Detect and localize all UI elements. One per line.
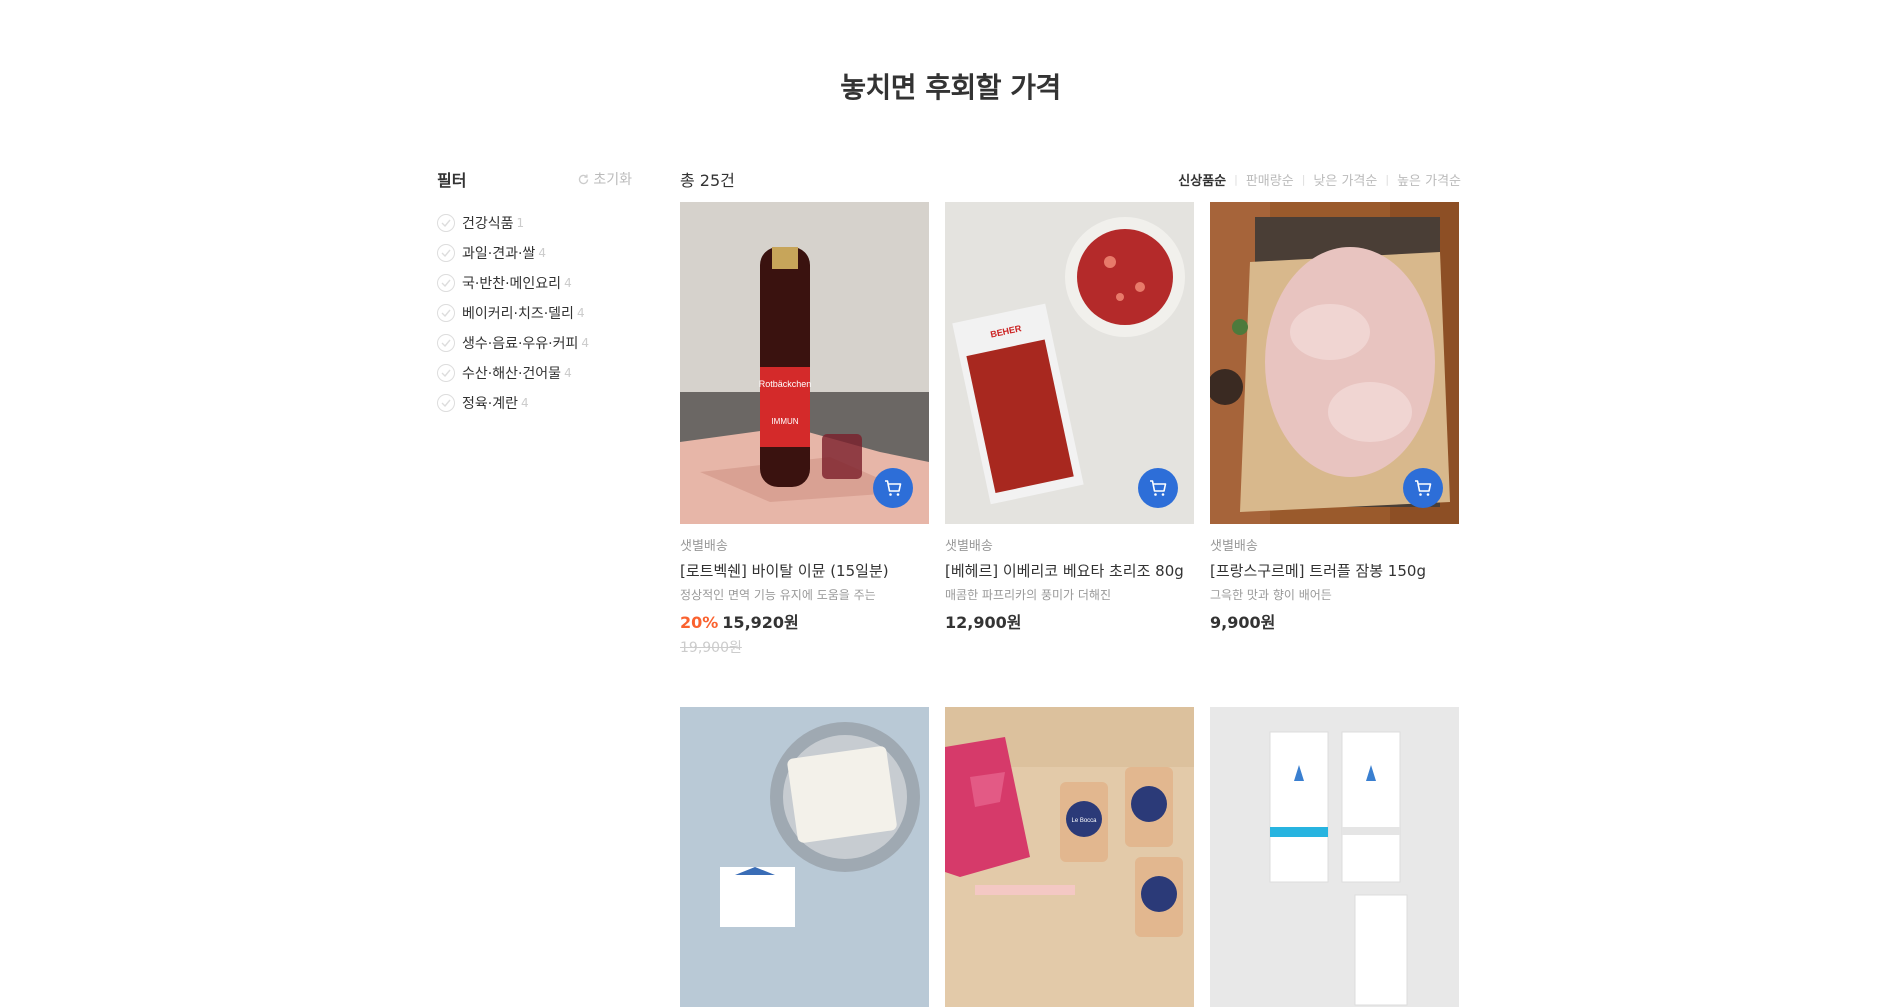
- shipping-label: 샛별배송: [945, 539, 993, 554]
- filter-item-water-drinks-milk-coffee[interactable]: 생수·음료·우유·커피 4: [437, 328, 632, 358]
- filter-reset-label: 초기화: [593, 172, 632, 188]
- check-circle-icon: [437, 304, 455, 322]
- sort-price-low[interactable]: 낮은 가격순: [1313, 170, 1377, 189]
- shipping-label: 샛별배송: [680, 539, 728, 554]
- filter-category-list: 건강식품 1 과일·견과·쌀 4 국·반찬·메인요리 4 베이커리·치즈·델리 …: [437, 208, 632, 418]
- sort-divider: |: [1234, 172, 1238, 186]
- discount-rate: 20%: [680, 613, 719, 632]
- price-row: 20% 15,920원: [680, 609, 929, 633]
- filter-item-count: 4: [564, 366, 572, 380]
- filter-header: 필터 초기화: [437, 166, 632, 192]
- check-circle-icon: [437, 394, 455, 412]
- list-header: 총 25건 신상품순 | 판매량순 | 낮은 가격순 | 높은 가격순: [680, 166, 1461, 192]
- price-row: 9,900원: [1210, 609, 1459, 633]
- sale-price: 9,900원: [1210, 613, 1276, 632]
- filter-sidebar: 필터 초기화 건강식품 1 과일·견과·쌀 4 국·반찬·메인요리 4 베이커리…: [437, 166, 632, 418]
- sort-options: 신상품순 | 판매량순 | 낮은 가격순 | 높은 가격순: [1178, 170, 1461, 189]
- product-grid: Rotbäckchen IMMUN 샛별배송 [로트벡쉔] 바이탈 이뮨 (15…: [680, 202, 1461, 1007]
- original-price: 19,900원: [680, 640, 742, 656]
- product-image[interactable]: [1210, 707, 1459, 1007]
- sort-price-high[interactable]: 높은 가격순: [1397, 170, 1461, 189]
- filter-item-count: 4: [581, 336, 590, 350]
- total-count: 총 25건: [680, 171, 735, 190]
- product-image[interactable]: [1210, 202, 1459, 524]
- filter-item-seafood-dried[interactable]: 수산·해산·건어물 4: [437, 358, 632, 388]
- filter-reset-button[interactable]: 초기화: [577, 169, 632, 189]
- check-circle-icon: [437, 334, 455, 352]
- filter-item-meat-eggs[interactable]: 정육·계란 4: [437, 388, 632, 418]
- filter-item-bakery-cheese-deli[interactable]: 베이커리·치즈·델리 4: [437, 298, 632, 328]
- cart-icon: [885, 480, 902, 496]
- sale-price: 12,900원: [945, 613, 1022, 632]
- add-to-cart-button[interactable]: [1403, 468, 1443, 508]
- check-circle-icon: [437, 244, 455, 262]
- product-card[interactable]: Rotbäckchen IMMUN 샛별배송 [로트벡쉔] 바이탈 이뮨 (15…: [680, 202, 929, 657]
- refresh-icon: [579, 173, 589, 184]
- product-description: 정상적인 면역 기능 유지에 도움을 주는: [680, 588, 876, 602]
- product-image[interactable]: BEHER: [945, 202, 1194, 524]
- filter-item-label: 국·반찬·메인요리: [462, 276, 562, 292]
- filter-item-count: 4: [538, 246, 546, 260]
- cart-icon: [1150, 480, 1167, 496]
- product-list: 총 25건 신상품순 | 판매량순 | 낮은 가격순 | 높은 가격순 Rotb…: [680, 166, 1461, 1007]
- product-image[interactable]: Rotbäckchen IMMUN: [680, 202, 929, 524]
- check-circle-icon: [437, 364, 455, 382]
- product-card[interactable]: BEHER 샛별배송 [베헤르] 이베리코 베요타 초리조 80g 매콤한 파프…: [945, 202, 1194, 657]
- product-card[interactable]: [680, 707, 929, 1007]
- filter-title: 필터: [437, 171, 467, 190]
- cart-icon: [1415, 480, 1432, 496]
- bottle-brand-label: Rotbäckchen: [759, 379, 812, 389]
- product-image[interactable]: [680, 707, 929, 1007]
- jar-brand-label: Le Bocca: [1071, 818, 1097, 824]
- bottle-sub-label: IMMUN: [771, 417, 798, 426]
- filter-item-health-food[interactable]: 건강식품 1: [437, 208, 632, 238]
- product-name[interactable]: [베헤르] 이베리코 베요타 초리조 80g: [945, 560, 1194, 581]
- filter-item-label: 건강식품: [462, 216, 514, 232]
- filter-item-soup-sides-main[interactable]: 국·반찬·메인요리 4: [437, 268, 632, 298]
- sort-divider: |: [1301, 172, 1306, 186]
- product-name[interactable]: [로트벡쉔] 바이탈 이뮨 (15일분): [680, 560, 929, 581]
- product-description: 매콤한 파프리카의 풍미가 더해진: [945, 588, 1112, 602]
- filter-item-count: 4: [520, 396, 529, 410]
- filter-item-count: 4: [564, 276, 572, 290]
- sale-price: 15,920원: [722, 613, 799, 632]
- filter-item-fruit-nuts-rice[interactable]: 과일·견과·쌀 4: [437, 238, 632, 268]
- sort-newest[interactable]: 신상품순: [1178, 170, 1226, 189]
- add-to-cart-button[interactable]: [1138, 468, 1178, 508]
- filter-item-count: 4: [576, 306, 585, 320]
- product-card[interactable]: Le Bocca: [945, 707, 1194, 1007]
- product-description: 그윽한 맛과 향이 배어든: [1210, 588, 1332, 602]
- filter-item-count: 1: [516, 216, 525, 230]
- product-card[interactable]: 샛별배송 [프랑스구르메] 트러플 잠봉 150g 그윽한 맛과 향이 배어든 …: [1210, 202, 1459, 657]
- sort-divider: |: [1385, 172, 1390, 186]
- filter-item-label: 과일·견과·쌀: [462, 246, 536, 262]
- price-row: 12,900원: [945, 609, 1194, 633]
- add-to-cart-button[interactable]: [873, 468, 913, 508]
- filter-item-label: 수산·해산·건어물: [462, 366, 562, 382]
- product-name[interactable]: [프랑스구르메] 트러플 잠봉 150g: [1210, 560, 1459, 581]
- filter-item-label: 생수·음료·우유·커피: [462, 336, 579, 352]
- sort-best-selling[interactable]: 판매량순: [1246, 170, 1294, 189]
- filter-item-label: 베이커리·치즈·델리: [462, 306, 574, 322]
- check-circle-icon: [437, 214, 455, 232]
- shipping-label: 샛별배송: [1210, 539, 1258, 554]
- filter-item-label: 정육·계란: [462, 396, 518, 412]
- check-circle-icon: [437, 274, 455, 292]
- product-image[interactable]: Le Bocca: [945, 707, 1194, 1007]
- page-title: 놓치면 후회할 가격: [840, 71, 1061, 104]
- product-card[interactable]: [1210, 707, 1459, 1007]
